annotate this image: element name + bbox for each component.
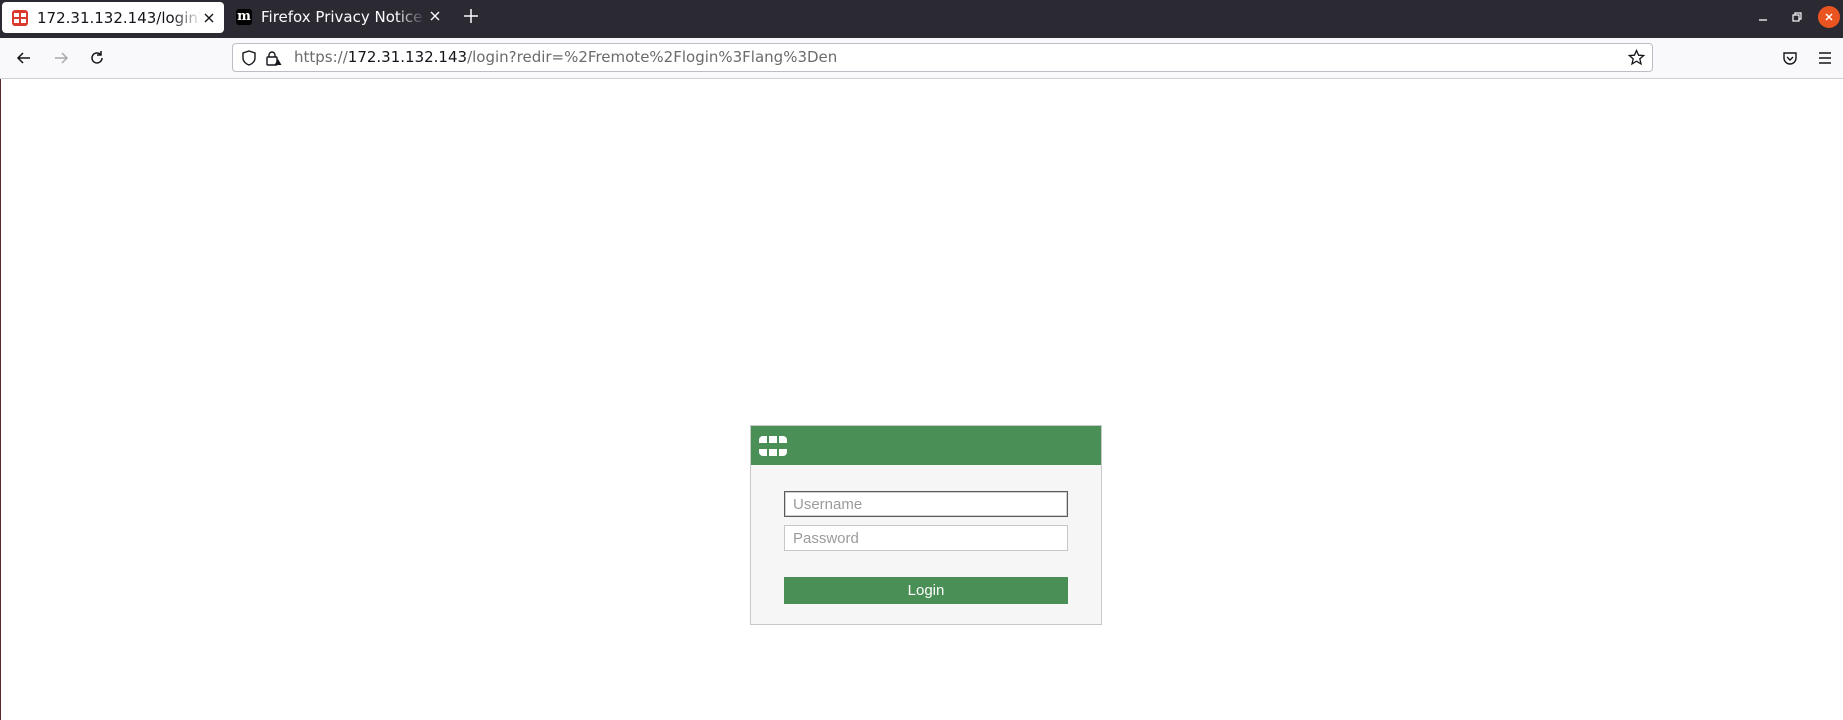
mozilla-icon: m — [236, 8, 252, 25]
back-button[interactable] — [12, 46, 36, 70]
tab-title: Firefox Privacy Notice — Mozilla — [261, 7, 426, 26]
url-text[interactable]: https://172.31.132.143/login?redir=%2Fre… — [294, 44, 837, 71]
pocket-icon — [1783, 52, 1797, 65]
tab-strip: 172.31.132.143/login?redir=%2Fremote%2Fl… — [0, 0, 1843, 38]
arrow-left-icon — [16, 52, 30, 64]
nav-toolbar: https://172.31.132.143/login?redir=%2Fre… — [0, 38, 1843, 79]
tab-title: 172.31.132.143/login?redir=%2Fremote%2Fl… — [37, 8, 202, 27]
password-input[interactable] — [784, 525, 1068, 551]
plus-icon — [464, 9, 478, 23]
menu-button[interactable] — [1813, 46, 1837, 70]
restore-icon — [1792, 12, 1802, 22]
hamburger-menu-icon — [1819, 52, 1831, 64]
url-host: 172.31.132.143 — [347, 48, 468, 66]
fortinet-logo-icon — [759, 435, 787, 457]
bookmark-star-icon[interactable] — [1627, 48, 1646, 70]
page-content: Login — [0, 79, 1843, 720]
minimize-button[interactable] — [1752, 6, 1774, 28]
login-header — [751, 426, 1101, 465]
arrow-right-icon — [55, 52, 69, 64]
close-icon — [1818, 6, 1840, 28]
shield-icon[interactable] — [242, 50, 256, 70]
reload-button[interactable] — [85, 46, 109, 70]
tab-login[interactable]: 172.31.132.143/login?redir=%2Fremote%2Fl… — [2, 2, 224, 33]
pocket-button[interactable] — [1778, 46, 1802, 70]
forward-button[interactable] — [49, 46, 73, 70]
login-button[interactable]: Login — [784, 577, 1068, 604]
url-bar[interactable]: https://172.31.132.143/login?redir=%2Fre… — [232, 43, 1653, 72]
fortinet-icon — [12, 9, 28, 26]
close-icon[interactable] — [200, 9, 218, 27]
lock-warning-icon[interactable] — [266, 50, 282, 70]
username-input[interactable] — [784, 491, 1068, 517]
url-scheme: https:// — [294, 48, 348, 66]
close-icon[interactable] — [426, 7, 444, 25]
url-path: /login?redir=%2Fremote%2Flogin%3Flang%3D… — [467, 48, 838, 66]
restore-button[interactable] — [1786, 6, 1808, 28]
tab-privacy-notice[interactable]: m Firefox Privacy Notice — Mozilla — [228, 0, 450, 33]
reload-icon — [91, 51, 103, 64]
login-panel: Login — [750, 425, 1102, 625]
new-tab-button[interactable] — [460, 5, 482, 27]
window-close-button[interactable] — [1818, 6, 1840, 28]
minimize-icon — [1759, 19, 1767, 21]
